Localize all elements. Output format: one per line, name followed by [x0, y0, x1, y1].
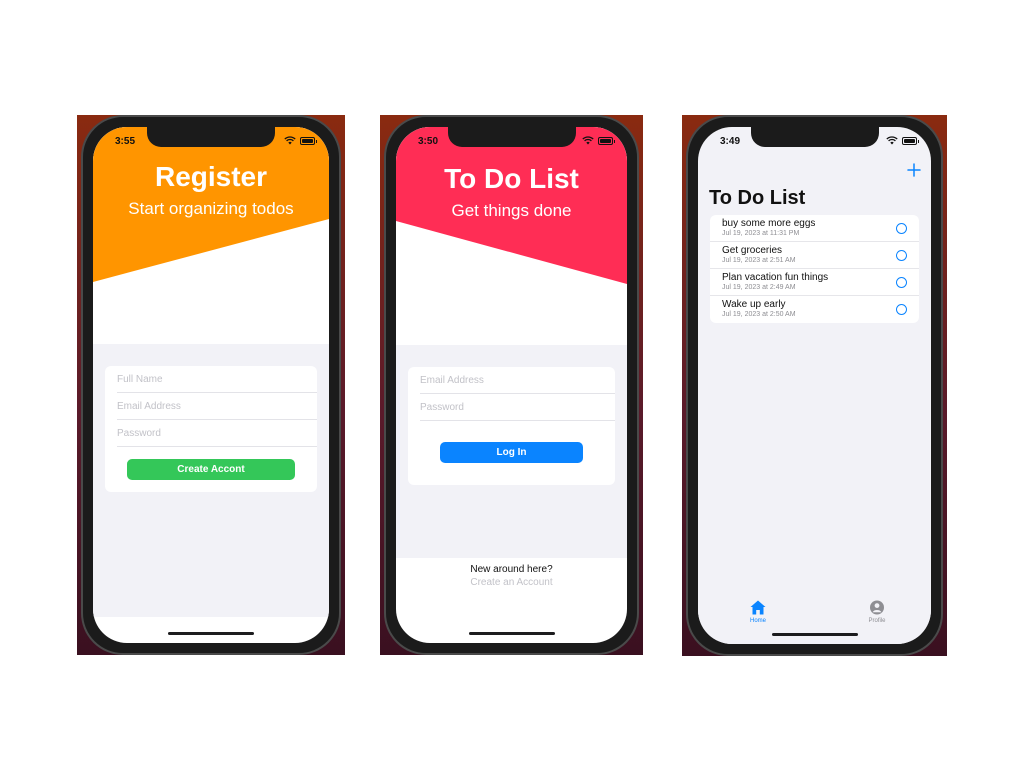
item-date: Jul 19, 2023 at 2:49 AM: [722, 284, 796, 291]
tab-profile[interactable]: Profile: [847, 600, 907, 624]
log-in-button[interactable]: Log In: [440, 442, 583, 463]
house-icon: [750, 600, 766, 615]
home-indicator: [168, 632, 254, 635]
plus-icon[interactable]: [907, 163, 921, 177]
battery-icon: [902, 136, 919, 145]
email-field[interactable]: Email Address: [420, 367, 615, 394]
home-indicator: [468, 632, 555, 635]
tab-home[interactable]: Home: [728, 600, 788, 624]
header-banner: To Do List Get things done: [396, 127, 627, 359]
login-form: Email Address Password Log In: [408, 367, 615, 485]
wifi-icon: [582, 136, 594, 145]
login-screen: 3:50 To Do List Get things done Email Ad…: [396, 127, 627, 643]
circle-icon[interactable]: [896, 304, 907, 315]
notch: [447, 127, 576, 147]
item-date: Jul 19, 2023 at 2:50 AM: [722, 311, 796, 318]
full-name-field[interactable]: Full Name: [117, 366, 317, 393]
battery-icon: [598, 136, 615, 145]
create-account-link[interactable]: Create an Account: [396, 577, 627, 588]
item-date: Jul 19, 2023 at 2:51 AM: [722, 257, 796, 264]
page-subtitle: Start organizing todos: [128, 199, 294, 218]
email-field[interactable]: Email Address: [117, 393, 317, 420]
tab-label: Profile: [868, 618, 886, 624]
tab-label: Home: [749, 618, 766, 624]
status-icons: [886, 136, 919, 145]
home-indicator: [771, 633, 858, 636]
list-item[interactable]: buy some more eggs Jul 19, 2023 at 11:31…: [710, 215, 919, 242]
item-title: Get groceries: [722, 245, 783, 256]
form-area: Full Name Email Address Password Create …: [93, 344, 329, 617]
list-phone-frame: 3:49 To Do List buy some more eggs Jul 1…: [682, 115, 947, 656]
item-date: Jul 19, 2023 at 11:31 PM: [722, 230, 800, 237]
create-account-button[interactable]: Create Accont: [127, 459, 295, 480]
todo-list: buy some more eggs Jul 19, 2023 at 11:31…: [710, 215, 919, 323]
circle-icon[interactable]: [896, 223, 907, 234]
list-item[interactable]: Wake up early Jul 19, 2023 at 2:50 AM: [710, 296, 919, 323]
status-time: 3:55: [115, 136, 136, 147]
page-title: To Do List: [709, 187, 806, 209]
item-title: Plan vacation fun things: [722, 272, 829, 283]
form-area: Email Address Password Log In: [396, 345, 627, 558]
status-icons: [582, 136, 615, 145]
page-subtitle: Get things done: [451, 201, 572, 220]
item-title: Wake up early: [722, 299, 786, 310]
notch: [147, 127, 275, 147]
person-circle-icon: [870, 600, 884, 615]
item-title: buy some more eggs: [722, 218, 816, 229]
register-phone-frame: 3:55 Register Start organizing todos Ful…: [77, 115, 345, 655]
list-screen: 3:49 To Do List buy some more eggs Jul 1…: [698, 127, 931, 644]
phone-body: 3:49 To Do List buy some more eggs Jul 1…: [686, 115, 943, 656]
list-item[interactable]: Get groceries Jul 19, 2023 at 2:51 AM: [710, 242, 919, 269]
notch: [750, 127, 879, 147]
status-time: 3:49: [720, 136, 741, 147]
login-phone-frame: 3:50 To Do List Get things done Email Ad…: [380, 115, 643, 655]
password-field[interactable]: Password: [420, 394, 615, 421]
wifi-icon: [886, 136, 898, 145]
circle-icon[interactable]: [896, 277, 907, 288]
wifi-icon: [284, 136, 296, 145]
page-title: To Do List: [444, 163, 579, 194]
footer-prompt: New around here?: [470, 564, 553, 575]
status-time: 3:50: [418, 136, 439, 147]
battery-icon: [300, 136, 317, 145]
register-screen: 3:55 Register Start organizing todos Ful…: [93, 127, 329, 643]
circle-icon[interactable]: [896, 250, 907, 261]
phone-body: 3:55 Register Start organizing todos Ful…: [81, 115, 341, 655]
password-field[interactable]: Password: [117, 420, 317, 447]
page-title: Register: [154, 161, 268, 192]
list-item[interactable]: Plan vacation fun things Jul 19, 2023 at…: [710, 269, 919, 296]
register-form: Full Name Email Address Password Create …: [105, 366, 317, 492]
phone-body: 3:50 To Do List Get things done Email Ad…: [384, 115, 639, 655]
header-banner: Register Start organizing todos: [93, 127, 329, 359]
status-icons: [284, 136, 317, 145]
